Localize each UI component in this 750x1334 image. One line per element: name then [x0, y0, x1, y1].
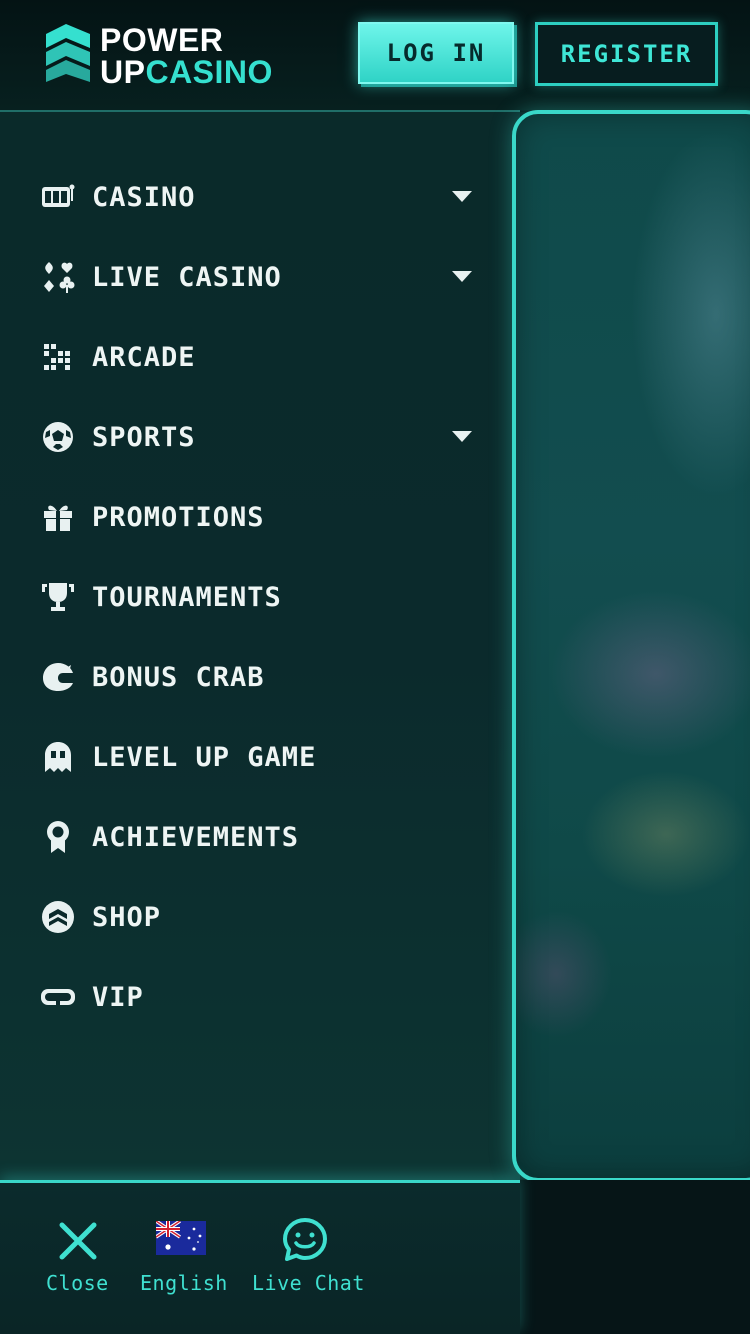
menu-label: ARCADE — [92, 341, 196, 373]
slot-machine-icon — [40, 179, 76, 215]
chevron-down-icon[interactable] — [452, 431, 472, 443]
logo[interactable]: POWER UPCASINO — [42, 20, 282, 88]
gift-icon — [40, 499, 76, 535]
crab-claw-icon — [40, 659, 76, 695]
logo-mark-icon — [46, 24, 90, 82]
bottom-actions: Close English Live Chat — [0, 1180, 520, 1334]
logo-text-casino: CASINO — [145, 54, 273, 90]
register-button[interactable]: REGISTER — [535, 22, 718, 86]
card-suits-icon — [40, 259, 76, 295]
background-preview-panel — [512, 110, 750, 1182]
trophy-icon — [40, 579, 76, 615]
close-label: Close — [46, 1271, 109, 1295]
menu-item-tournaments[interactable]: TOURNAMENTS — [0, 557, 500, 637]
bottom-bar: Close English Live Chat — [0, 1180, 750, 1334]
menu-item-promotions[interactable]: PROMOTIONS — [0, 477, 500, 557]
menu-item-level-up-game[interactable]: LEVEL UP GAME — [0, 717, 500, 797]
menu-item-vip[interactable]: VIP — [0, 957, 500, 1037]
menu-item-sports[interactable]: SPORTS — [0, 397, 500, 477]
menu-label: LIVE CASINO — [92, 261, 282, 293]
menu-item-bonus-crab[interactable]: BONUS CRAB — [0, 637, 500, 717]
australia-flag-icon — [156, 1221, 206, 1255]
menu-label: TOURNAMENTS — [92, 581, 282, 613]
menu-label: BONUS CRAB — [92, 661, 265, 693]
menu-item-arcade[interactable]: ARCADE — [0, 317, 500, 397]
menu-label: LEVEL UP GAME — [92, 741, 317, 773]
close-icon — [59, 1222, 97, 1260]
pixel-blocks-icon — [40, 339, 76, 375]
soccer-ball-icon — [40, 419, 76, 455]
menu-label: PROMOTIONS — [92, 501, 265, 533]
vr-goggles-icon — [40, 979, 76, 1015]
close-button[interactable]: Close — [40, 1183, 112, 1334]
menu-label: VIP — [92, 981, 144, 1013]
header: POWER UPCASINO LOG IN REGISTER — [0, 0, 750, 110]
logo-text-power: POWER — [100, 22, 224, 58]
menu-item-casino[interactable]: CASINO — [0, 157, 500, 237]
chevron-down-icon[interactable] — [452, 271, 472, 283]
live-chat-label: Live Chat — [252, 1271, 365, 1295]
language-button[interactable]: English — [138, 1183, 230, 1334]
logo-text-upcasino: UPCASINO — [100, 56, 273, 88]
live-chat-button[interactable]: Live Chat — [250, 1183, 364, 1334]
menu-label: SPORTS — [92, 421, 196, 453]
chevron-down-icon[interactable] — [452, 191, 472, 203]
menu-label: SHOP — [92, 901, 162, 933]
login-button[interactable]: LOG IN — [358, 22, 514, 84]
menu-label: ACHIEVEMENTS — [92, 821, 300, 853]
medal-icon — [40, 819, 76, 855]
logo-text-up: UP — [100, 54, 146, 90]
menu-item-shop[interactable]: SHOP — [0, 877, 500, 957]
menu-item-live-casino[interactable]: LIVE CASINO — [0, 237, 500, 317]
live-chat-icon — [283, 1218, 327, 1261]
ghost-icon — [40, 739, 76, 775]
language-label: English — [140, 1271, 228, 1295]
side-menu: CASINO LIVE CASINO ARCADE SPORTS PROMOTI… — [0, 110, 520, 1180]
shop-badge-icon — [40, 899, 76, 935]
menu-item-achievements[interactable]: ACHIEVEMENTS — [0, 797, 500, 877]
menu-label: CASINO — [92, 181, 196, 213]
